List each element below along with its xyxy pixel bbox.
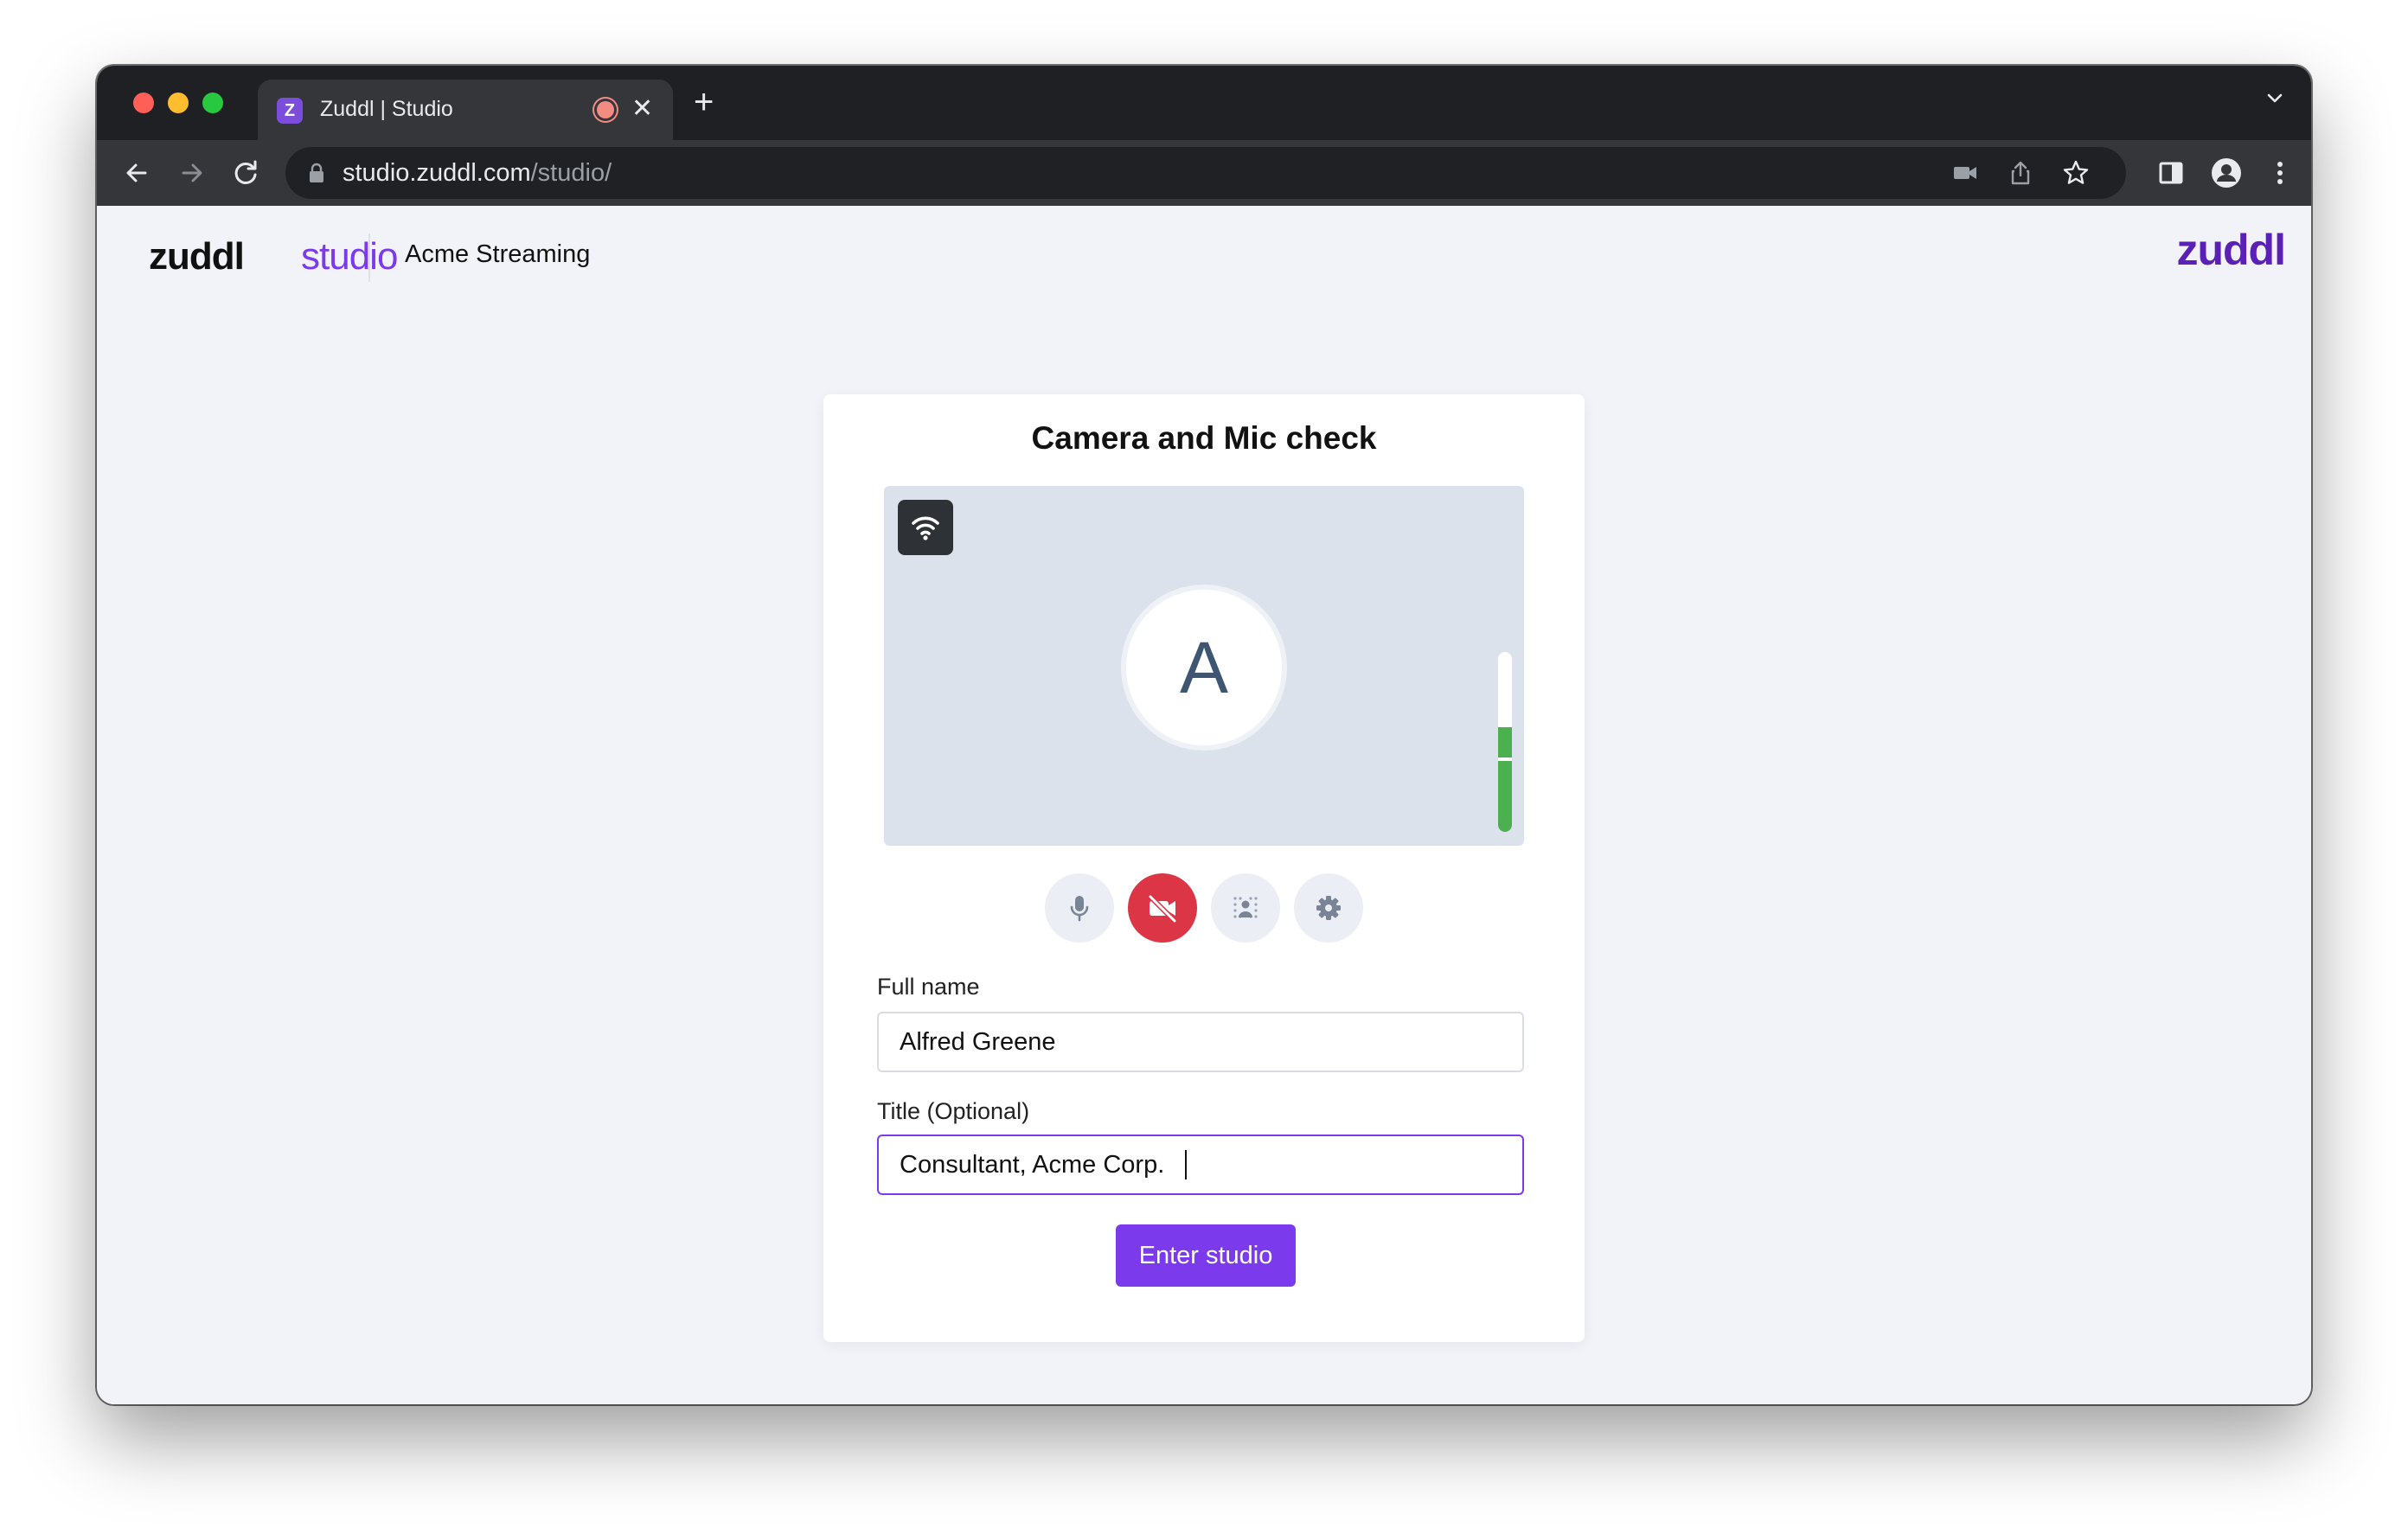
- tab-close-icon[interactable]: ✕: [631, 93, 653, 125]
- header-divider: [368, 233, 370, 282]
- url-path: /studio/: [530, 159, 612, 187]
- camera-toggle-button[interactable]: [1128, 873, 1197, 943]
- zoom-window-button[interactable]: [202, 93, 223, 113]
- zuddl-logo[interactable]: zuddl: [149, 235, 245, 278]
- new-tab-button[interactable]: +: [694, 83, 714, 121]
- event-name: Acme Streaming: [405, 240, 591, 268]
- recording-indicator-icon: [597, 101, 614, 118]
- reload-icon[interactable]: [228, 156, 263, 190]
- avatar: A: [1121, 585, 1287, 751]
- profile-avatar-icon[interactable]: [2209, 156, 2244, 190]
- back-arrow-icon[interactable]: [119, 156, 154, 190]
- audio-level-fill: [1498, 727, 1512, 832]
- full-name-label: Full name: [877, 974, 980, 1000]
- minimize-window-button[interactable]: [168, 93, 189, 113]
- settings-button[interactable]: [1294, 873, 1363, 943]
- address-bar[interactable]: studio.zuddl.com/studio/: [285, 147, 2126, 199]
- share-icon[interactable]: [2007, 159, 2034, 187]
- audio-level-meter: [1498, 652, 1512, 832]
- enter-studio-button[interactable]: Enter studio: [1116, 1224, 1296, 1287]
- card-title: Camera and Mic check: [1031, 420, 1377, 456]
- bookmark-star-icon[interactable]: [2062, 159, 2090, 187]
- page-content: zuddl studio Acme Streaming zuddl Camera…: [97, 206, 2311, 1404]
- mic-icon: [1070, 896, 1089, 922]
- url-text: studio.zuddl.com/studio/: [343, 159, 612, 188]
- background-blur-icon: [1233, 897, 1258, 918]
- title-input[interactable]: [877, 1135, 1524, 1195]
- browser-menu-icon[interactable]: [2263, 156, 2297, 190]
- browser-tab[interactable]: Z Zuddl | Studio ✕: [258, 80, 673, 140]
- gear-icon: [1316, 896, 1341, 920]
- lock-icon[interactable]: [308, 163, 325, 183]
- background-effects-button[interactable]: [1211, 873, 1280, 943]
- tab-title: Zuddl | Studio: [320, 97, 453, 121]
- zuddl-favicon-icon: Z: [277, 98, 303, 124]
- studio-logo-suffix: studio: [301, 235, 398, 278]
- mic-toggle-button[interactable]: [1045, 873, 1114, 943]
- camera-preview: A: [884, 486, 1524, 846]
- tab-search-chevron-icon[interactable]: [2264, 88, 2285, 109]
- zuddl-brand-logo: zuddl: [2176, 226, 2286, 274]
- audio-level-separator: [1498, 757, 1512, 761]
- text-caret: [1185, 1150, 1187, 1179]
- video-off-icon: [1148, 894, 1177, 924]
- browser-window: Z Zuddl | Studio ✕ + studio.zuddl.com/st…: [97, 66, 2311, 1404]
- title-label: Title (Optional): [877, 1098, 1030, 1124]
- full-name-input[interactable]: [877, 1012, 1524, 1072]
- forward-arrow-icon[interactable]: [175, 156, 209, 190]
- url-host: studio.zuddl.com: [343, 159, 531, 187]
- close-window-button[interactable]: [133, 93, 154, 113]
- wifi-icon: [912, 516, 939, 540]
- tab-bar: Z Zuddl | Studio ✕ +: [97, 66, 2311, 140]
- side-panel-icon[interactable]: [2154, 156, 2188, 190]
- browser-toolbar: studio.zuddl.com/studio/: [97, 140, 2311, 206]
- network-quality-badge[interactable]: [898, 500, 953, 555]
- camera-in-use-icon[interactable]: [1951, 159, 1979, 187]
- device-check-card: Camera and Mic check A Full name Alfred …: [823, 394, 1585, 1342]
